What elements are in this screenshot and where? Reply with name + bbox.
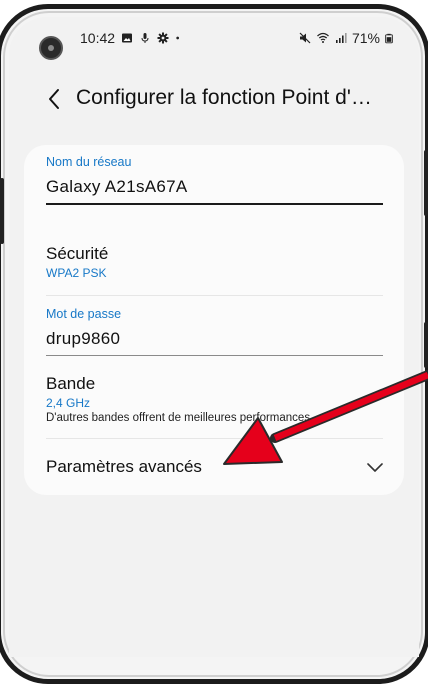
- chevron-down-icon[interactable]: [366, 458, 384, 476]
- camera-icon: [39, 36, 63, 60]
- mute-icon: [299, 32, 311, 44]
- security-value: WPA2 PSK: [46, 266, 107, 280]
- password-input[interactable]: drup9860: [46, 329, 120, 349]
- settings-card: Nom du réseau Galaxy A21sA67A Sécurité W…: [24, 145, 404, 495]
- dot-icon: [176, 36, 180, 40]
- status-left: 10:42: [80, 30, 183, 46]
- phone-screen: 10:42 71% Configurer la fonction Point d…: [9, 17, 419, 657]
- band-note: D'autres bandes offrent de meilleures pe…: [46, 412, 314, 424]
- band-value: 2,4 GHz: [46, 396, 91, 410]
- phone-side-button: [424, 150, 428, 216]
- gallery-icon: [122, 33, 133, 43]
- status-right: 71%: [299, 30, 393, 46]
- phone-side-button: [0, 178, 4, 244]
- battery-text: 71%: [351, 30, 380, 46]
- clock: 10:42: [80, 30, 116, 46]
- settings-icon: [157, 32, 169, 44]
- status-bar: 10:42 71%: [9, 17, 419, 60]
- page-title: Configurer la fonction Point d'…: [76, 86, 372, 109]
- divider: [46, 438, 383, 439]
- security-title: Sécurité: [46, 244, 109, 263]
- password-label: Mot de passe: [46, 307, 122, 321]
- advanced-settings-title: Paramètres avancés: [46, 457, 202, 476]
- network-name-underline: [46, 203, 383, 205]
- network-name-input[interactable]: Galaxy A21sA67A: [46, 177, 188, 197]
- password-underline: [46, 355, 383, 356]
- mic-icon: [141, 33, 149, 43]
- network-name-label: Nom du réseau: [46, 155, 132, 169]
- signal-icon: [335, 33, 347, 43]
- divider: [46, 295, 383, 296]
- band-title: Bande: [46, 374, 96, 393]
- phone-side-button: [424, 322, 428, 368]
- back-icon: [49, 89, 59, 109]
- battery-icon: [385, 33, 393, 43]
- back-button[interactable]: [43, 85, 65, 113]
- app-header: Configurer la fonction Point d'…: [9, 79, 419, 119]
- wifi-icon: [317, 32, 329, 43]
